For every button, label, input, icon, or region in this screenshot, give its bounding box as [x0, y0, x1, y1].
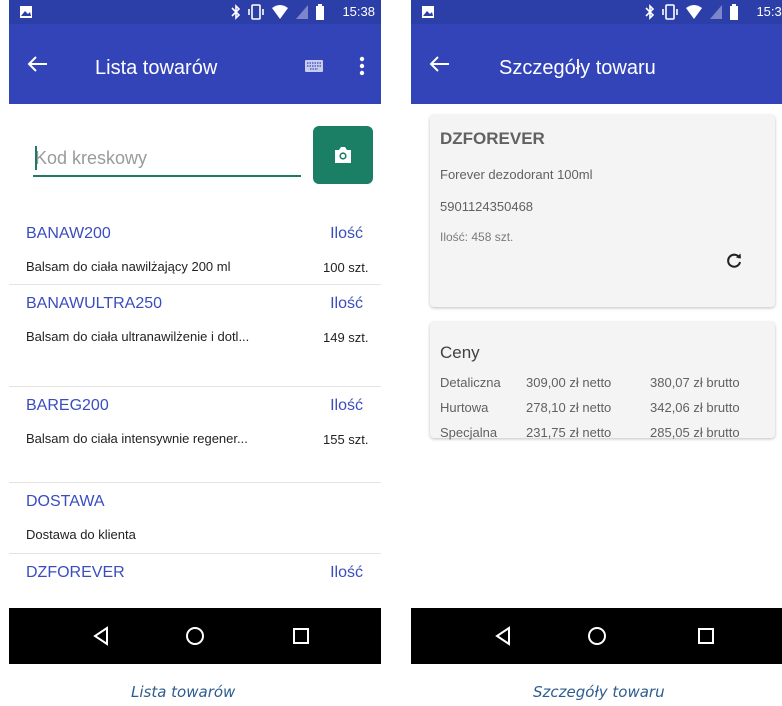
system-icons — [645, 4, 739, 20]
price-gross: 285,05 zł brutto — [650, 425, 740, 440]
page-title: Lista towarów — [95, 57, 218, 79]
nav-recent-square-icon[interactable] — [289, 624, 313, 648]
price-gross: 380,07 zł brutto — [650, 375, 740, 390]
product-list-screen: 15:38 Lista towarów BANAW200 Ilość Balsa… — [9, 0, 381, 664]
more-vert-icon[interactable] — [359, 56, 365, 76]
status-clock: 15:38 — [342, 4, 375, 19]
keyboard-icon[interactable] — [305, 60, 323, 72]
price-name: Detaliczna — [440, 375, 501, 390]
qty-label: Ilość — [330, 225, 363, 242]
product-code: DZFOREVER — [440, 129, 545, 148]
product-code: BANAWULTRA250 — [26, 295, 163, 312]
page-title: Szczegóły towaru — [499, 57, 656, 79]
product-code: BANAW200 — [26, 225, 111, 242]
arrow-back-icon[interactable] — [427, 54, 451, 74]
no-signal-icon — [296, 5, 308, 19]
price-row: Detaliczna 309,00 zł netto 380,07 zł brutt… — [440, 375, 740, 390]
price-row: Hurtowa 278,10 zł netto 342,06 zł brutto — [440, 400, 740, 415]
product-quantity: Ilość: 458 szt. — [440, 230, 514, 244]
camera-icon — [335, 147, 351, 163]
wifi-icon — [686, 5, 702, 19]
qty-label: Ilość — [330, 564, 363, 581]
image-notification-icon — [20, 6, 32, 18]
price-net: 309,00 zł netto — [526, 375, 612, 390]
image-notification-icon — [422, 6, 434, 18]
price-name: Specjalna — [440, 425, 498, 440]
list-item[interactable]: BANAWULTRA250 Ilość Balsam do ciała ultr… — [9, 285, 381, 387]
product-description: Balsam do ciała intensywnie regener... — [26, 431, 248, 446]
vibrate-icon — [662, 4, 678, 20]
qty-label: Ilość — [330, 397, 363, 414]
product-code: BAREG200 — [26, 397, 109, 414]
caption-list-screen: Lista towarów — [131, 683, 236, 701]
no-signal-icon — [710, 5, 722, 19]
battery-icon — [730, 4, 738, 20]
caption-detail-screen: Szczegóły towaru — [533, 683, 665, 701]
status-bar: 15:38 — [9, 0, 381, 24]
app-bar: Szczegóły towaru — [411, 24, 782, 104]
battery-icon — [316, 4, 324, 20]
qty-value: 149 szt. — [323, 330, 369, 345]
nav-home-circle-icon[interactable] — [183, 624, 207, 648]
system-icons — [231, 4, 325, 20]
nav-recent-square-icon[interactable] — [694, 624, 718, 648]
list-item[interactable]: BAREG200 Ilość Balsam do ciała intensywn… — [9, 387, 381, 483]
product-code: DZFOREVER — [26, 564, 125, 581]
product-description: Balsam do ciała nawilżający 200 ml — [26, 259, 231, 274]
product-description: Dostawa do klienta — [26, 527, 136, 542]
product-ean: 5901124350468 — [440, 199, 534, 214]
bluetooth-icon — [645, 4, 655, 20]
price-gross: 342,06 zł brutto — [650, 400, 740, 415]
price-net: 278,10 zł netto — [526, 400, 612, 415]
barcode-input[interactable] — [33, 141, 301, 177]
product-list: BANAW200 Ilość Balsam do ciała nawilżają… — [9, 215, 381, 624]
price-row: Specjalna 231,75 zł netto 285,05 zł brutto — [440, 425, 740, 440]
bluetooth-icon — [231, 4, 241, 20]
product-detail-card: DZFOREVER Forever dezodorant 100ml 59011… — [430, 115, 775, 307]
wifi-icon — [272, 5, 288, 19]
status-clock: 15:39 — [756, 4, 782, 19]
qty-value: 100 szt. — [323, 260, 369, 275]
prices-card: Ceny Detaliczna 309,00 zł netto 380,07 zł … — [430, 322, 775, 440]
price-net: 231,75 zł netto — [526, 425, 612, 440]
price-name: Hurtowa — [440, 400, 489, 415]
list-item[interactable]: DOSTAWA Dostawa do klienta — [9, 483, 381, 554]
refresh-icon[interactable] — [725, 252, 743, 270]
product-code: DOSTAWA — [26, 493, 105, 510]
arrow-back-icon[interactable] — [25, 54, 49, 74]
nav-back-triangle-icon[interactable] — [491, 624, 515, 648]
navigation-bar — [9, 608, 381, 664]
qty-value: 155 szt. — [323, 432, 369, 447]
prices-title: Ceny — [440, 343, 480, 362]
nav-back-triangle-icon[interactable] — [89, 624, 113, 648]
product-description: Balsam do ciała ultranawilżenie i dotl..… — [26, 329, 250, 344]
status-bar: 15:39 — [411, 0, 782, 24]
nav-home-circle-icon[interactable] — [585, 624, 609, 648]
navigation-bar — [411, 608, 782, 664]
list-item[interactable]: BANAW200 Ilość Balsam do ciała nawilżają… — [9, 215, 381, 285]
vibrate-icon — [248, 4, 264, 20]
text-caret — [35, 146, 37, 170]
qty-label: Ilość — [330, 295, 363, 312]
app-bar: Lista towarów — [9, 24, 381, 104]
product-name: Forever dezodorant 100ml — [440, 167, 593, 182]
product-detail-screen: 15:39 Szczegóły towaru DZFOREVER Forever… — [411, 0, 782, 664]
search-row — [9, 104, 381, 200]
scan-camera-button[interactable] — [313, 126, 373, 184]
